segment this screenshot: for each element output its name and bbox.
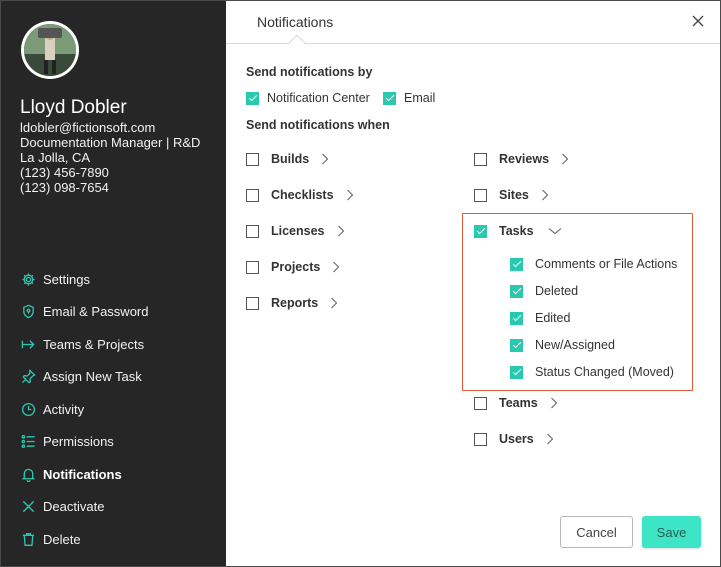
sidebar-item-teams-projects[interactable]: Teams & Projects (20, 328, 220, 361)
chevron-right-icon[interactable] (546, 433, 554, 445)
option-reports[interactable]: Reports (246, 296, 338, 310)
sidebar-item-label: Settings (43, 271, 90, 287)
checkbox[interactable] (474, 432, 487, 446)
close-button[interactable] (690, 13, 706, 29)
chevron-down-icon[interactable] (548, 227, 562, 235)
user-location: La Jolla, CA (20, 150, 91, 165)
gear-icon (20, 271, 36, 287)
clock-icon (20, 401, 36, 417)
sidebar-menu: Settings Email & Password Teams & Projec… (20, 263, 220, 556)
option-tasks[interactable]: Tasks (474, 224, 562, 238)
send-by-label: Send notifications by (246, 65, 373, 79)
option-sites[interactable]: Sites (474, 188, 549, 202)
chevron-right-icon[interactable] (561, 153, 569, 165)
user-details: ldobler@fictionsoft.com Documentation Ma… (20, 120, 200, 195)
sidebar-item-deactivate[interactable]: Deactivate (20, 491, 220, 524)
avatar (21, 21, 79, 79)
checkbox[interactable] (246, 188, 259, 202)
option-projects[interactable]: Projects (246, 260, 340, 274)
checkbox[interactable] (474, 152, 487, 166)
checkbox[interactable] (510, 338, 523, 352)
close-icon (692, 15, 704, 27)
cancel-button[interactable]: Cancel (560, 516, 633, 548)
notifications-dialog: Lloyd Dobler ldobler@fictionsoft.com Doc… (0, 0, 721, 567)
option-tasks-comments[interactable]: Comments or File Actions (510, 257, 677, 271)
pin-icon (20, 369, 36, 385)
checkbox[interactable] (246, 296, 259, 310)
sidebar-item-settings[interactable]: Settings (20, 263, 220, 296)
user-phone-1: (123) 456-7890 (20, 165, 109, 180)
notifications-panel: Notifications Send notifications by Noti… (226, 1, 720, 566)
chevron-right-icon[interactable] (332, 261, 340, 273)
sidebar-item-notifications[interactable]: Notifications (20, 458, 220, 491)
header-pointer (288, 34, 306, 52)
sidebar-item-assign-task[interactable]: Assign New Task (20, 361, 220, 394)
bell-icon (20, 466, 36, 482)
user-email: ldobler@fictionsoft.com (20, 120, 156, 135)
sidebar-item-label: Permissions (43, 434, 114, 450)
checkbox[interactable] (510, 284, 523, 298)
trash-icon (20, 531, 36, 547)
sidebar-item-label: Notifications (43, 466, 122, 482)
option-tasks-status-changed[interactable]: Status Changed (Moved) (510, 365, 674, 379)
sidebar-item-label: Activity (43, 401, 85, 417)
chevron-right-icon[interactable] (346, 189, 354, 201)
checkbox[interactable] (510, 257, 523, 271)
send-when-label: Send notifications when (246, 118, 390, 132)
page-title: Notifications (257, 14, 334, 30)
checkbox[interactable] (246, 260, 259, 274)
option-tasks-new-assigned[interactable]: New/Assigned (510, 338, 615, 352)
sidebar-item-permissions[interactable]: Permissions (20, 426, 220, 459)
chevron-right-icon[interactable] (541, 189, 549, 201)
checkbox[interactable] (246, 152, 259, 166)
checkbox[interactable] (246, 224, 259, 238)
checkbox[interactable] (474, 224, 487, 238)
sidebar-item-activity[interactable]: Activity (20, 393, 220, 426)
checkbox[interactable] (246, 91, 259, 105)
option-tasks-deleted[interactable]: Deleted (510, 284, 578, 298)
chevron-right-icon[interactable] (337, 225, 345, 237)
checkbox[interactable] (383, 91, 396, 105)
user-name: Lloyd Dobler (20, 97, 127, 118)
option-reviews[interactable]: Reviews (474, 152, 569, 166)
sidebar-item-label: Assign New Task (43, 369, 142, 385)
sidebar-item-label: Deactivate (43, 499, 105, 515)
checkbox[interactable] (510, 365, 523, 379)
sidebar-item-label: Delete (43, 531, 81, 547)
option-licenses[interactable]: Licenses (246, 224, 345, 238)
user-phone-2: (123) 098-7654 (20, 180, 109, 195)
panel-header: Notifications (226, 1, 720, 52)
profile-sidebar: Lloyd Dobler ldobler@fictionsoft.com Doc… (1, 1, 226, 566)
sidebar-item-email-password[interactable]: Email & Password (20, 296, 220, 329)
checkbox[interactable] (474, 396, 487, 410)
sidebar-item-label: Teams & Projects (43, 336, 145, 352)
checkbox[interactable] (510, 311, 523, 325)
user-title: Documentation Manager | R&D (20, 135, 201, 150)
checkbox-email[interactable]: Email (383, 91, 435, 105)
chevron-right-icon[interactable] (550, 397, 558, 409)
checkbox[interactable] (474, 188, 487, 202)
option-teams[interactable]: Teams (474, 396, 558, 410)
option-tasks-edited[interactable]: Edited (510, 311, 570, 325)
chevron-right-icon[interactable] (321, 153, 329, 165)
option-users[interactable]: Users (474, 432, 554, 446)
option-checklists[interactable]: Checklists (246, 188, 354, 202)
sidebar-item-label: Email & Password (43, 304, 149, 320)
shield-icon (20, 304, 36, 320)
list-icon (20, 434, 36, 450)
option-builds[interactable]: Builds (246, 152, 329, 166)
arrow-right-icon (20, 336, 36, 352)
chevron-right-icon[interactable] (330, 297, 338, 309)
save-button[interactable]: Save (642, 516, 701, 548)
checkbox-notification-center[interactable]: Notification Center (246, 91, 370, 105)
sidebar-item-delete[interactable]: Delete (20, 523, 220, 556)
x-icon (20, 499, 36, 515)
